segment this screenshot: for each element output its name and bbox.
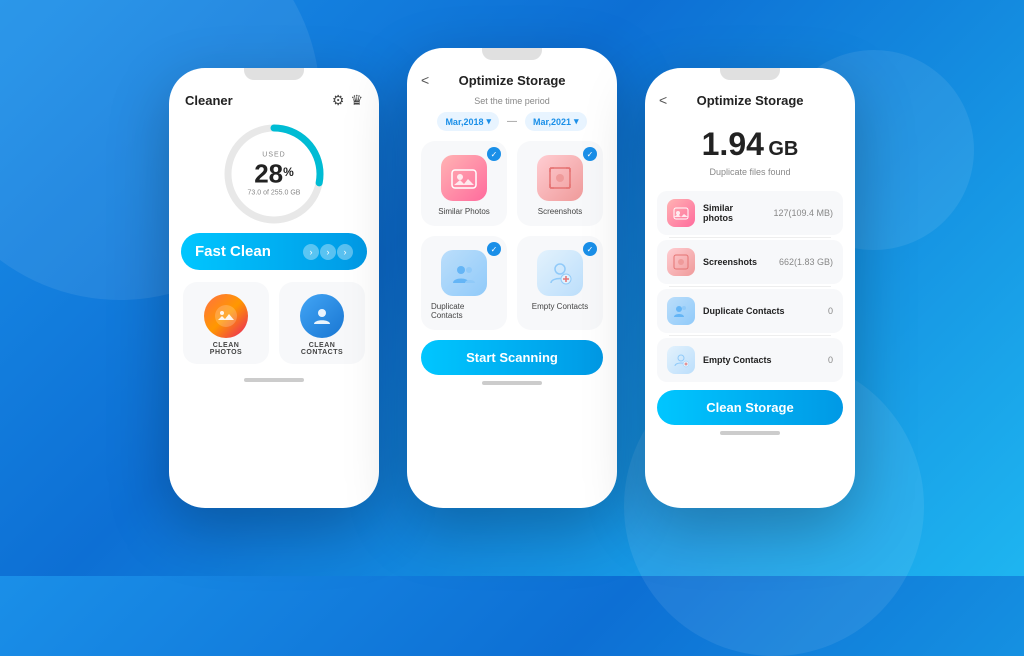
phone3-title: Optimize Storage [673, 93, 827, 108]
divider-1 [669, 237, 831, 238]
clean-photos-option[interactable]: CLEANPHOTOS [183, 282, 269, 364]
scan-empty-contacts[interactable]: ✓ Empty Contacts [517, 236, 603, 330]
row-screenshots-count: 662(1.83 GB) [779, 257, 833, 267]
date-separator: — [507, 116, 517, 127]
clean-photos-label: CLEANPHOTOS [210, 342, 242, 356]
divider-3 [669, 335, 831, 336]
gb-number: 1.94 [702, 126, 764, 162]
gauge-value: 28% [254, 170, 294, 187]
gb-unit: GB [768, 138, 798, 160]
divider-2 [669, 286, 831, 287]
scan-screenshots-icon [537, 155, 583, 201]
scan-screenshots[interactable]: ✓ Screenshots [517, 141, 603, 226]
check-similar-photos: ✓ [487, 147, 501, 161]
scan-similar-photos-label: Similar Photos [438, 207, 490, 216]
phone2-header: < Optimize Storage [407, 64, 617, 92]
storage-size-display: 1.94 GB [645, 126, 855, 163]
storage-row-similar-photos[interactable]: Similar photos 127(109.4 MB) [657, 191, 843, 235]
crown-icon[interactable]: ♛ [350, 92, 363, 109]
phone3-header: < Optimize Storage [645, 84, 855, 112]
clean-contacts-label: CLEANCONTACTS [301, 342, 343, 356]
row-screenshots-icon [667, 248, 695, 276]
check-empty-contacts: ✓ [583, 242, 597, 256]
scan-screenshots-label: Screenshots [538, 207, 582, 216]
scan-dupcontacts-icon [441, 250, 487, 296]
storage-row-screenshots[interactable]: Screenshots 662(1.83 GB) [657, 240, 843, 284]
phone2-title: Optimize Storage [435, 73, 589, 88]
scan-dup-contacts-label: Duplicate Contacts [431, 302, 497, 320]
row-dup-contacts-name: Duplicate Contacts [703, 306, 820, 316]
row-dup-contacts-icon [667, 297, 695, 325]
check-dup-contacts: ✓ [487, 242, 501, 256]
time-period-label: Set the time period [407, 96, 617, 106]
notch-1 [244, 68, 304, 80]
storage-sub-label: Duplicate files found [645, 167, 855, 177]
storage-row-dup-contacts[interactable]: Duplicate Contacts 0 [657, 289, 843, 333]
photos-icon [204, 294, 248, 338]
phone3-back-icon[interactable]: < [659, 92, 667, 108]
home-bar-2 [482, 381, 542, 385]
phone-3: < Optimize Storage 1.94 GB Duplicate fil… [645, 68, 855, 508]
phone-1: Cleaner ⚙ ♛ USED 28% 73.0 of 255.0 GB [169, 68, 379, 508]
row-empty-contacts-name: Empty Contacts [703, 355, 820, 365]
gauge-center: USED 28% 73.0 of 255.0 GB [248, 152, 301, 197]
scan-photos-icon [441, 155, 487, 201]
check-screenshots: ✓ [583, 147, 597, 161]
contacts-icon [300, 294, 344, 338]
to-date-dropdown[interactable]: Mar,2021 ▾ [525, 112, 587, 131]
phone1-action-icons: ⚙ ♛ [332, 92, 363, 109]
phone1-header: Cleaner ⚙ ♛ [169, 84, 379, 113]
arrow-2: › [320, 244, 336, 260]
row-dup-contacts-count: 0 [828, 306, 833, 316]
phone-2: < Optimize Storage Set the time period M… [407, 48, 617, 508]
clean-contacts-option[interactable]: CLEANCONTACTS [279, 282, 365, 364]
home-bar-1 [244, 378, 304, 382]
phone2-back-icon[interactable]: < [421, 72, 429, 88]
fast-clean-button[interactable]: Fast Clean › › › [181, 233, 367, 270]
scan-similar-photos[interactable]: ✓ Similar Photos [421, 141, 507, 226]
fast-clean-arrows: › › › [303, 244, 353, 260]
clean-options: CLEANPHOTOS CLEANCONTACTS [169, 276, 379, 372]
phone1-title: Cleaner [185, 93, 233, 108]
gauge-used-label: USED [248, 152, 301, 159]
scan-empty-contacts-label: Empty Contacts [532, 302, 588, 311]
fast-clean-label: Fast Clean [195, 243, 271, 260]
scan-grid: ✓ Similar Photos ✓ [407, 141, 617, 330]
row-similar-photos-name: Similar photos [703, 203, 765, 223]
arrow-3: › [337, 244, 353, 260]
storage-row-empty-contacts[interactable]: Empty Contacts 0 [657, 338, 843, 382]
arrow-1: › [303, 244, 319, 260]
time-period-row: Mar,2018 ▾ — Mar,2021 ▾ [407, 112, 617, 131]
settings-icon[interactable]: ⚙ [332, 92, 345, 109]
row-similar-photos-count: 127(109.4 MB) [773, 208, 833, 218]
row-photos-icon [667, 199, 695, 227]
start-scan-button[interactable]: Start Scanning [421, 340, 603, 375]
row-screenshots-name: Screenshots [703, 257, 771, 267]
clean-storage-button[interactable]: Clean Storage [657, 390, 843, 425]
storage-gauge: USED 28% 73.0 of 255.0 GB [169, 119, 379, 229]
scan-duplicate-contacts[interactable]: ✓ Duplicate Contacts [421, 236, 507, 330]
notch-2 [482, 48, 542, 60]
notch-3 [720, 68, 780, 80]
phones-container: Cleaner ⚙ ♛ USED 28% 73.0 of 255.0 GB [169, 68, 855, 508]
row-empty-contacts-icon [667, 346, 695, 374]
gauge-sub-label: 73.0 of 255.0 GB [248, 190, 301, 197]
scan-emptycontacts-icon [537, 250, 583, 296]
home-bar-3 [720, 431, 780, 435]
from-date-dropdown[interactable]: Mar,2018 ▾ [437, 112, 499, 131]
storage-list: Similar photos 127(109.4 MB) Screenshots… [645, 191, 855, 382]
row-empty-contacts-count: 0 [828, 355, 833, 365]
